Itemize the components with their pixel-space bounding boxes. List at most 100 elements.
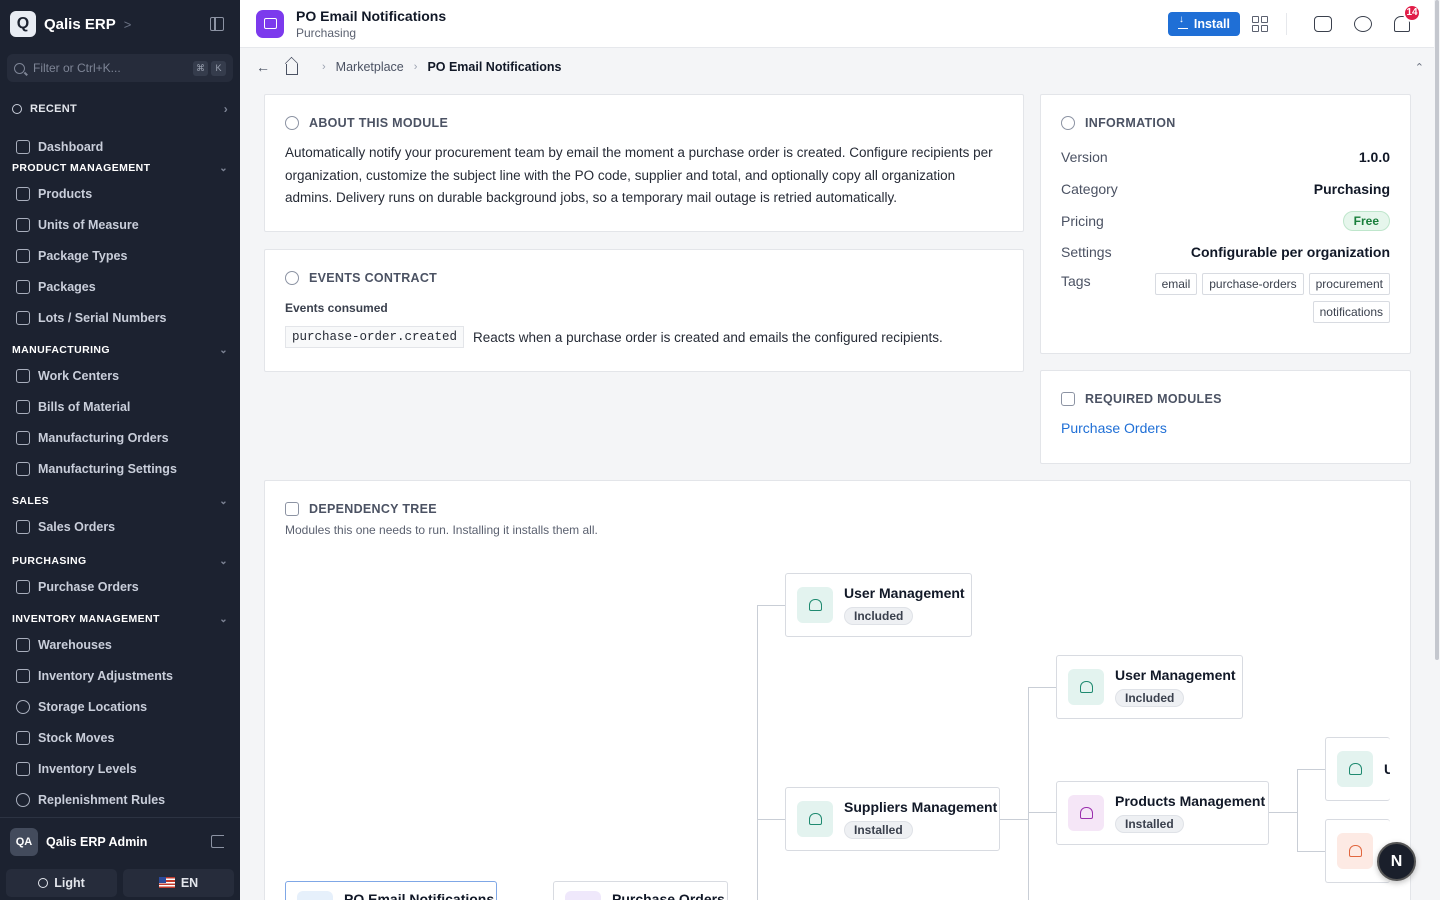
required-modules-card: REQUIRED MODULES Purchase Orders xyxy=(1040,370,1411,464)
pricing-label: Pricing xyxy=(1061,213,1104,229)
information-heading-text: INFORMATION xyxy=(1085,116,1176,130)
tree-node-purchase-orders[interactable]: Purchase Orders xyxy=(553,881,728,900)
sidebar-item-units-of-measure[interactable]: Units of Measure xyxy=(0,209,240,240)
tag[interactable]: notifications xyxy=(1312,301,1390,323)
sidebar-item-package-types[interactable]: Package Types xyxy=(0,240,240,271)
breadcrumb-marketplace[interactable]: Marketplace xyxy=(336,60,404,74)
sidebar-item-replenishment-rules[interactable]: Replenishment Rules xyxy=(0,784,240,815)
event-description: Reacts when a purchase order is created … xyxy=(473,329,943,345)
section-product-management[interactable]: PRODUCT MANAGEMENT ⌄ xyxy=(0,158,240,178)
sidebar-item-label: Packages xyxy=(38,279,96,294)
sidebar-item-purchase-orders[interactable]: Purchase Orders xyxy=(0,571,240,602)
back-arrow-icon[interactable]: ← xyxy=(256,59,270,75)
sidebar-item-sales-orders[interactable]: Sales Orders xyxy=(0,511,240,542)
home-icon[interactable] xyxy=(286,63,298,75)
section-label: PRODUCT MANAGEMENT xyxy=(12,162,151,174)
bell-icon[interactable]: 14 xyxy=(1394,3,1421,32)
tree-connector xyxy=(1000,819,1028,820)
category-label: Category xyxy=(1061,181,1118,197)
topbar-actions: Install 14 xyxy=(1167,3,1424,36)
tree-node-products-management[interactable]: Products Management Installed xyxy=(1056,781,1269,845)
avatar: QA xyxy=(10,827,38,856)
info-row-tags: Tags email purchase-orders procurement n… xyxy=(1061,273,1390,323)
sidebar-item-stock-moves[interactable]: Stock Moves xyxy=(0,722,240,753)
notification-badge: 14 xyxy=(1403,3,1421,22)
storefront-icon xyxy=(297,891,333,900)
sidebar-item-lots-serial-numbers[interactable]: Lots / Serial Numbers xyxy=(0,302,240,333)
document-icon xyxy=(16,519,30,534)
tree-connector xyxy=(1028,687,1056,688)
about-heading-text: ABOUT THIS MODULE xyxy=(309,116,449,130)
page-scrollbar[interactable] xyxy=(1434,0,1440,900)
recent-toggle[interactable]: RECENT › xyxy=(0,99,240,119)
events-heading-text: EVENTS CONTRACT xyxy=(309,271,438,285)
refresh-icon xyxy=(16,792,30,807)
sidebar-item-dashboard[interactable]: Dashboard xyxy=(0,136,240,158)
sidebar-item-warehouses[interactable]: Warehouses xyxy=(0,629,240,660)
install-label: Install xyxy=(1193,16,1230,31)
sidebar-item-inventory-levels[interactable]: Inventory Levels xyxy=(0,753,240,784)
tag[interactable]: purchase-orders xyxy=(1202,273,1304,295)
app-name[interactable]: Qalis ERP xyxy=(44,16,116,33)
tree-node-suppliers-management[interactable]: Suppliers Management Installed xyxy=(785,787,1000,851)
sidebar-item-products[interactable]: Products xyxy=(0,178,240,209)
sidebar-item-work-centers[interactable]: Work Centers xyxy=(0,360,240,391)
breadcrumb-current: PO Email Notifications xyxy=(427,60,562,74)
apps-grid-icon[interactable] xyxy=(1252,15,1268,32)
sidebar-item-packages[interactable]: Packages xyxy=(0,271,240,302)
app-logo[interactable]: Q xyxy=(10,11,36,37)
tree-node-root[interactable]: PO Email Notifications xyxy=(285,881,497,900)
sidebar-search-input[interactable]: Filter or Ctrl+K... ⌘ K xyxy=(7,54,233,82)
required-module-link[interactable]: Purchase Orders xyxy=(1061,420,1390,436)
sidebar-item-manufacturing-orders[interactable]: Manufacturing Orders xyxy=(0,422,240,453)
app-switcher-chevron-icon[interactable]: > xyxy=(124,17,132,32)
tree-connector xyxy=(1028,812,1056,813)
tree-node-title: Products Management xyxy=(1115,793,1266,809)
language-button[interactable]: EN xyxy=(123,868,234,897)
assistant-fab-button[interactable]: N xyxy=(1377,842,1416,881)
tag-icon xyxy=(16,310,30,325)
box-icon xyxy=(16,279,30,294)
tree-node-user-management[interactable]: User Management Included xyxy=(1056,655,1243,719)
document-icon xyxy=(1337,833,1373,869)
collapse-sidebar-icon[interactable] xyxy=(210,17,224,31)
version-value: 1.0.0 xyxy=(1358,149,1390,165)
search-icon xyxy=(14,62,25,74)
tree-node-title: User Management xyxy=(1115,667,1236,683)
tree-node-partial[interactable]: U xyxy=(1325,737,1390,801)
tag[interactable]: procurement xyxy=(1308,273,1390,295)
chevron-up-icon[interactable]: ⌃ xyxy=(1415,61,1424,74)
user-menu[interactable]: QA Qalis ERP Admin xyxy=(0,817,240,865)
sidebar-item-label: Inventory Levels xyxy=(38,761,137,776)
sidebar-item-bills-of-material[interactable]: Bills of Material xyxy=(0,391,240,422)
section-purchasing[interactable]: PURCHASING ⌄ xyxy=(0,551,240,571)
tag-list: email purchase-orders procurement notifi… xyxy=(1148,273,1390,323)
topbar: PO Email Notifications Purchasing Instal… xyxy=(240,0,1440,48)
dependency-heading-text: DEPENDENCY TREE xyxy=(309,502,437,516)
install-button[interactable]: Install xyxy=(1167,11,1240,36)
section-sales[interactable]: SALES ⌄ xyxy=(0,491,240,511)
warehouse-icon xyxy=(16,637,30,652)
sidebar-item-inventory-adjustments[interactable]: Inventory Adjustments xyxy=(0,660,240,691)
theme-toggle-button[interactable]: Light xyxy=(6,868,117,897)
theme-label: Light xyxy=(54,875,85,890)
chat-icon[interactable] xyxy=(1354,15,1372,32)
tree-node-title: PO Email Notifications xyxy=(344,891,495,900)
section-label: PURCHASING xyxy=(12,555,87,567)
sidebar-item-manufacturing-settings[interactable]: Manufacturing Settings xyxy=(0,453,240,484)
chevron-right-icon: › xyxy=(223,102,228,116)
pricing-badge: Free xyxy=(1342,211,1390,231)
breadcrumb-separator: › xyxy=(322,61,326,73)
section-manufacturing[interactable]: MANUFACTURING ⌄ xyxy=(0,340,240,360)
bot-icon[interactable] xyxy=(1314,15,1332,32)
tag[interactable]: email xyxy=(1154,273,1198,295)
box-icon xyxy=(1068,795,1104,831)
tree-node-user-management[interactable]: User Management Included xyxy=(785,573,972,637)
sidebar-item-storage-locations[interactable]: Storage Locations xyxy=(0,691,240,722)
chevron-down-icon: ⌄ xyxy=(219,495,228,507)
factory-icon xyxy=(16,430,30,445)
logout-icon[interactable] xyxy=(211,835,224,848)
hierarchy-icon xyxy=(1061,392,1075,406)
users-icon xyxy=(1068,669,1104,705)
section-inventory-management[interactable]: INVENTORY MANAGEMENT ⌄ xyxy=(0,609,240,629)
